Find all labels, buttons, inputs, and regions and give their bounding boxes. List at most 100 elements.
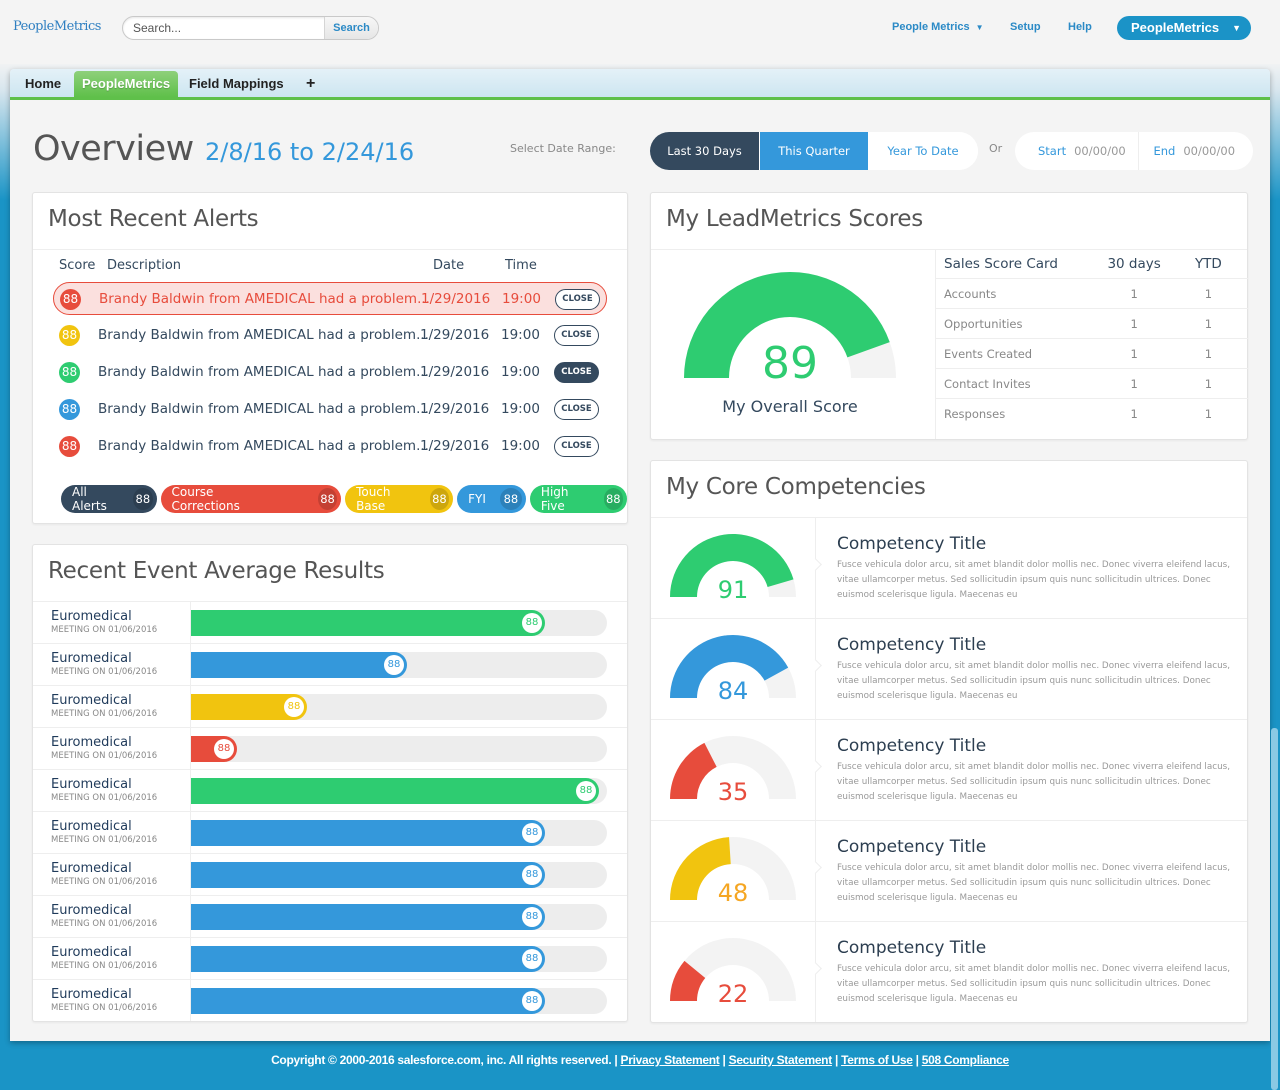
alert-date: 1/29/2016 <box>420 364 490 380</box>
result-row[interactable]: Euromedical MEETING ON 01/06/2016 88 <box>33 811 627 853</box>
result-progress-track: 88 <box>191 694 607 720</box>
event-name: Euromedical <box>51 987 132 1002</box>
or-label: Or <box>989 142 1003 155</box>
event-meeting-date: MEETING ON 01/06/2016 <box>51 877 158 887</box>
range-this-quarter[interactable]: This Quarter <box>759 132 868 170</box>
competency-gauge-value: 84 <box>718 677 749 703</box>
tab-home[interactable]: Home <box>17 71 69 97</box>
terms-of-use-link[interactable]: Terms of Use <box>841 1053 913 1067</box>
competency-title: Competency Title <box>837 837 987 857</box>
alert-row[interactable]: 88 Brandy Baldwin from AMEDICAL had a pro… <box>53 282 607 315</box>
filter-count-badge: 88 <box>603 488 623 510</box>
result-row[interactable]: Euromedical MEETING ON 01/06/2016 88 <box>33 937 627 979</box>
result-progress-track: 88 <box>191 736 607 762</box>
add-tab-plus-icon[interactable]: + <box>298 71 323 97</box>
result-progress-track: 88 <box>191 820 607 846</box>
alert-date: 1/29/2016 <box>421 291 491 307</box>
alert-filter-course-corrections[interactable]: Course Corrections 88 <box>160 485 342 513</box>
result-progress-fill <box>191 820 545 846</box>
result-row[interactable]: Euromedical MEETING ON 01/06/2016 88 <box>33 853 627 895</box>
competency-description: Fusce vehicula dolor arcu, sit amet blan… <box>837 560 1231 600</box>
competency-description: Fusce vehicula dolor arcu, sit amet blan… <box>837 964 1231 1004</box>
result-row[interactable]: Euromedical MEETING ON 01/06/2016 88 <box>33 601 627 643</box>
tab-field-mappings[interactable]: Field Mappings <box>181 71 292 97</box>
close-alert-button[interactable]: CLOSE <box>555 289 600 310</box>
result-row[interactable]: Euromedical MEETING ON 01/06/2016 88 <box>33 979 627 1021</box>
event-meeting-date: MEETING ON 01/06/2016 <box>51 835 158 845</box>
search-box: Search <box>122 16 379 40</box>
508-compliance-link[interactable]: 508 Compliance <box>922 1053 1009 1067</box>
alert-filter-touch-base[interactable]: Touch Base 88 <box>345 485 454 513</box>
privacy-statement-link[interactable]: Privacy Statement <box>621 1053 720 1067</box>
close-alert-button[interactable]: CLOSE <box>554 399 599 420</box>
pointer-arrow <box>809 760 822 773</box>
search-input[interactable] <box>123 17 325 39</box>
core-competencies-card: My Core Competencies Competency Title Fus… <box>650 460 1248 1023</box>
search-button[interactable]: Search <box>324 17 378 39</box>
end-date-field[interactable]: End 00/00/00 <box>1137 132 1254 170</box>
page-scrollbar[interactable] <box>1271 728 1278 1090</box>
competency-row: Competency Title Fusce vehicula dolor arc… <box>651 719 1247 820</box>
score-table-cell: 1 <box>1130 407 1138 421</box>
alert-row[interactable]: 88 Brandy Baldwin from AMEDICAL had a pro… <box>53 393 607 426</box>
score-table-cell: Opportunities <box>944 316 1023 331</box>
score-table-row: Responses 1 1 <box>936 399 1248 429</box>
result-value-badge: 88 <box>522 949 542 969</box>
competency-gauge-value: 91 <box>718 576 749 602</box>
tab-peoplemetrics[interactable]: PeopleMetrics <box>74 71 179 97</box>
result-row[interactable]: Euromedical MEETING ON 01/06/2016 88 <box>33 643 627 685</box>
alert-filter-all-alerts[interactable]: All Alerts 88 <box>61 485 157 513</box>
score-table-cell: 1 <box>1130 286 1138 301</box>
alert-row[interactable]: 88 Brandy Baldwin from AMEDICAL had a pro… <box>53 319 607 352</box>
close-alert-button[interactable]: CLOSE <box>554 325 599 346</box>
result-value-badge: 88 <box>214 739 234 759</box>
result-progress-track: 88 <box>191 862 607 888</box>
alert-row[interactable]: 88 Brandy Baldwin from AMEDICAL had a pro… <box>53 356 607 389</box>
result-row[interactable]: Euromedical MEETING ON 01/06/2016 88 <box>33 727 627 769</box>
column-header-time: Time <box>505 258 537 273</box>
alert-filter-fyi[interactable]: FYI 88 <box>457 485 526 513</box>
range-last-30-days[interactable]: Last 30 Days <box>650 132 759 170</box>
event-meeting-date: MEETING ON 01/06/2016 <box>51 1003 158 1013</box>
security-statement-link[interactable]: Security Statement <box>729 1053 833 1067</box>
alert-row[interactable]: 88 Brandy Baldwin from AMEDICAL had a pro… <box>53 430 607 463</box>
logo[interactable]: PeopleMetrics <box>13 19 101 34</box>
result-progress-track: 88 <box>191 652 607 678</box>
score-table-row: Events Created 1 1 <box>936 339 1248 369</box>
result-value-badge: 88 <box>522 865 542 885</box>
alert-description: Brandy Baldwin from AMEDICAL had a probl… <box>99 291 430 307</box>
result-row[interactable]: Euromedical MEETING ON 01/06/2016 88 <box>33 895 627 937</box>
close-alert-button[interactable]: CLOSE <box>554 436 599 457</box>
event-meeting-date: MEETING ON 01/06/2016 <box>51 961 158 971</box>
people-metrics-menu[interactable]: People Metrics ▼ <box>892 21 984 33</box>
competency-gauge-value: 35 <box>718 778 749 804</box>
result-value-badge: 88 <box>522 907 542 927</box>
event-meeting-date: MEETING ON 01/06/2016 <box>51 709 158 719</box>
help-link[interactable]: Help <box>1068 21 1092 33</box>
setup-link[interactable]: Setup <box>1010 21 1041 33</box>
score-table-header: Sales Score Card 30 days YTD <box>936 250 1248 279</box>
score-table-cell: 1 <box>1204 286 1213 301</box>
start-date-field[interactable]: Start 00/00/00 <box>1015 132 1138 170</box>
score-table-row: Accounts 1 1 <box>936 279 1248 309</box>
competency-title: Competency Title <box>837 635 987 655</box>
result-row[interactable]: Euromedical MEETING ON 01/06/2016 88 <box>33 685 627 727</box>
top-header: PeopleMetrics Search People Metrics▼ Set… <box>0 0 1280 64</box>
alert-score-badge: 88 <box>60 289 81 310</box>
date-range-selector: Last 30 Days This Quarter Year To Date <box>650 132 978 170</box>
filter-label: All Alerts <box>72 485 107 513</box>
alert-filter-high-five[interactable]: High Five 88 <box>529 485 627 513</box>
alert-date: 1/29/2016 <box>420 327 490 343</box>
column-header-date: Date <box>433 258 465 273</box>
copyright-text: Copyright © 2000-2016 salesforce.com, in… <box>271 1053 618 1067</box>
score-table-cell: Contact Invites <box>944 376 1031 391</box>
page-title: Overview <box>33 129 194 169</box>
score-table-row: Contact Invites 1 1 <box>936 369 1248 399</box>
filter-label: FYI <box>468 492 486 506</box>
app-menu-button[interactable]: PeopleMetrics ▼ <box>1117 16 1251 40</box>
result-row[interactable]: Euromedical MEETING ON 01/06/2016 88 <box>33 769 627 811</box>
result-progress-fill <box>191 946 545 972</box>
range-year-to-date[interactable]: Year To Date <box>868 132 978 170</box>
close-alert-button[interactable]: CLOSE <box>554 362 599 383</box>
pointer-arrow <box>809 861 822 874</box>
